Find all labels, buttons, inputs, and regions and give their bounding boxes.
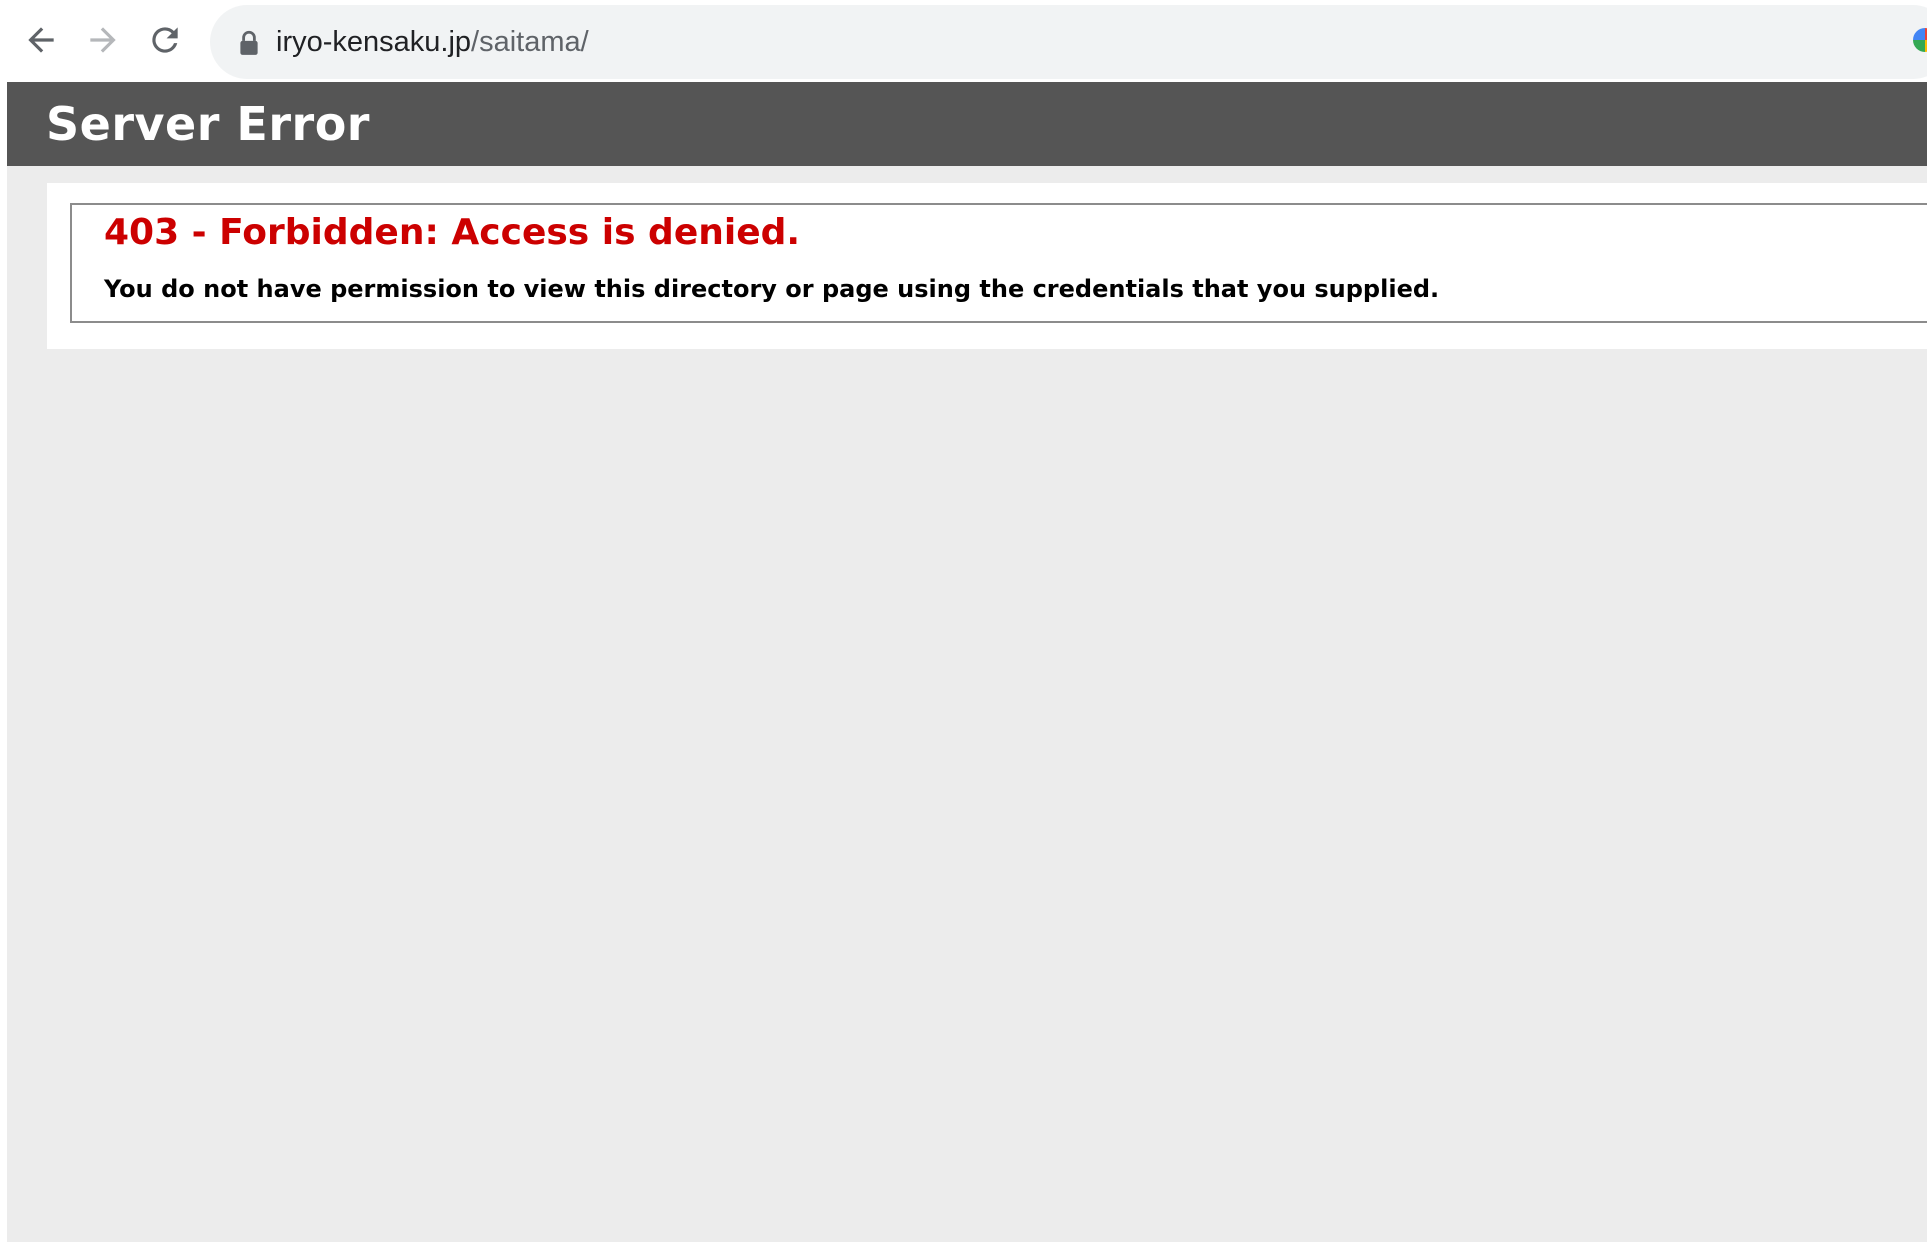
arrow-right-icon bbox=[90, 27, 116, 53]
error-heading: 403 - Forbidden: Access is denied. bbox=[104, 212, 801, 253]
window-edge bbox=[0, 82, 7, 1242]
reload-icon bbox=[152, 27, 178, 53]
error-fieldset: 403 - Forbidden: Access is denied. You d… bbox=[70, 203, 1927, 323]
lock-icon[interactable] bbox=[236, 29, 262, 57]
error-content: 403 - Forbidden: Access is denied. You d… bbox=[47, 183, 1927, 349]
url-text[interactable]: iryo-kensaku.jp/saitama/ bbox=[276, 23, 589, 61]
error-header: Server Error bbox=[7, 82, 1927, 166]
forward-button[interactable] bbox=[80, 17, 126, 63]
back-button[interactable] bbox=[18, 17, 64, 63]
arrow-left-icon bbox=[28, 27, 54, 53]
page-title: Server Error bbox=[46, 97, 370, 151]
url-host: iryo-kensaku.jp bbox=[276, 26, 472, 58]
address-bar[interactable]: iryo-kensaku.jp/saitama/ bbox=[210, 5, 1927, 79]
browser-toolbar: iryo-kensaku.jp/saitama/ bbox=[0, 0, 1927, 82]
page-viewport: Server Error 403 - Forbidden: Access is … bbox=[7, 82, 1927, 1242]
url-path: /saitama/ bbox=[471, 26, 589, 58]
error-message: You do not have permission to view this … bbox=[104, 275, 1440, 303]
reload-button[interactable] bbox=[142, 17, 188, 63]
